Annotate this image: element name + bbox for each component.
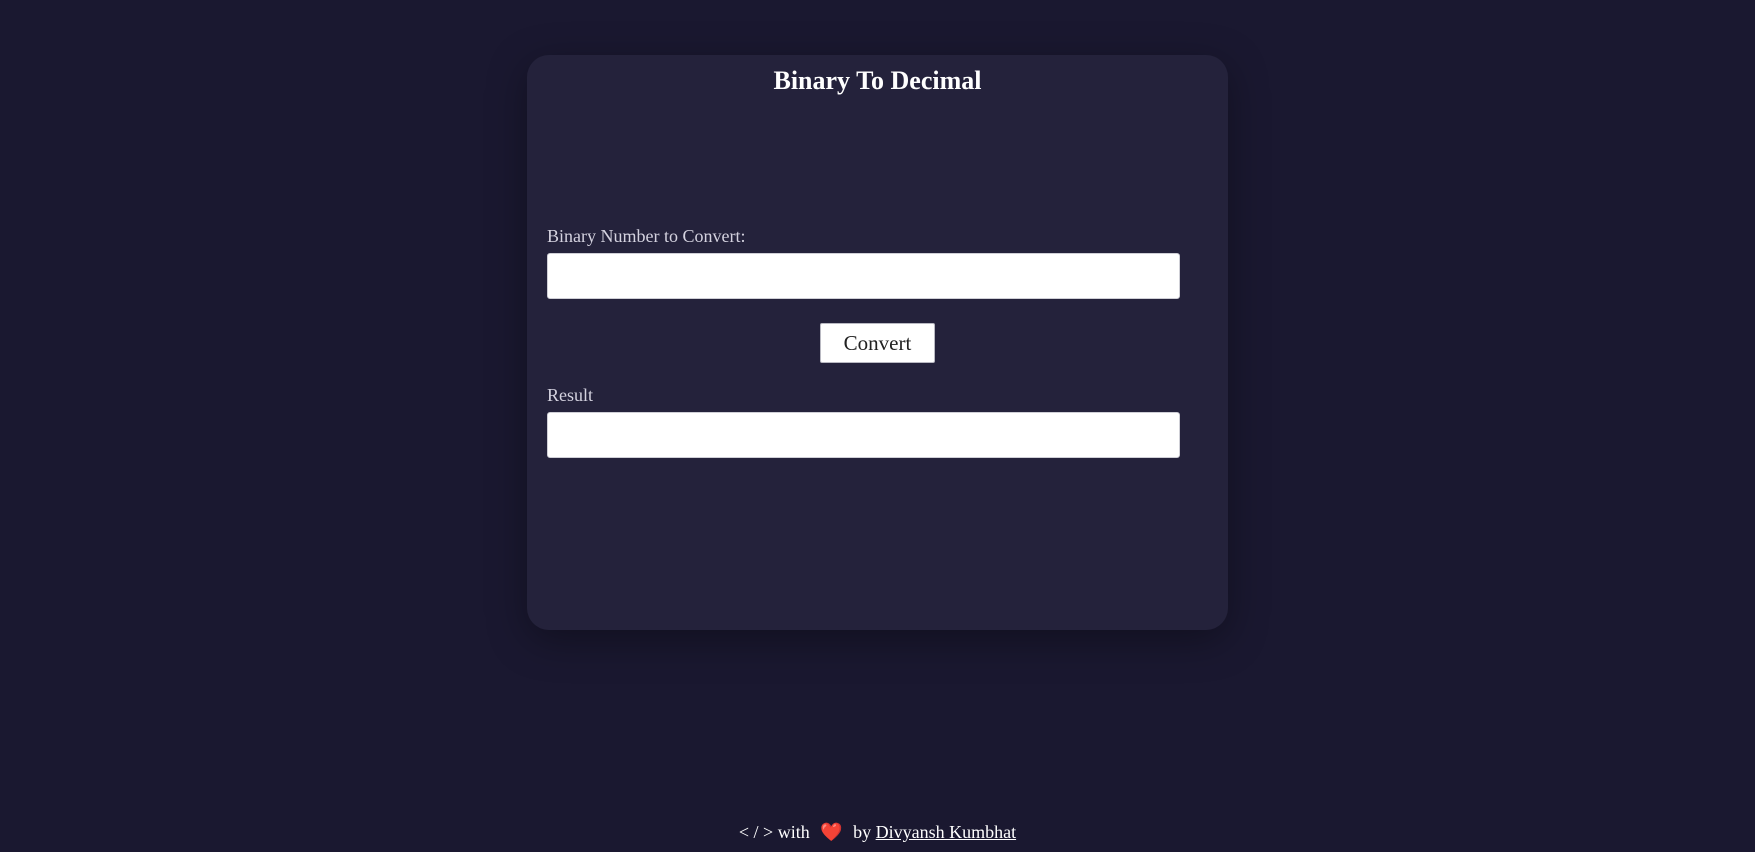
footer-code-text: < / > with xyxy=(738,822,810,842)
heart-icon: ❤️ xyxy=(820,822,843,842)
result-output-field[interactable] xyxy=(547,412,1180,458)
footer-by-text: by xyxy=(853,822,872,842)
converter-card: Binary To Decimal Binary Number to Conve… xyxy=(527,55,1228,630)
binary-number-label: Binary Number to Convert: xyxy=(547,226,746,246)
author-link[interactable]: Divyansh Kumbhat xyxy=(876,822,1016,842)
binary-number-input[interactable] xyxy=(547,253,1180,299)
result-label: Result xyxy=(547,385,594,405)
convert-button[interactable]: Convert xyxy=(820,323,935,363)
page-title: Binary To Decimal xyxy=(773,66,982,95)
footer-credit: < / > with ❤️ by Divyansh Kumbhat xyxy=(0,822,1755,843)
